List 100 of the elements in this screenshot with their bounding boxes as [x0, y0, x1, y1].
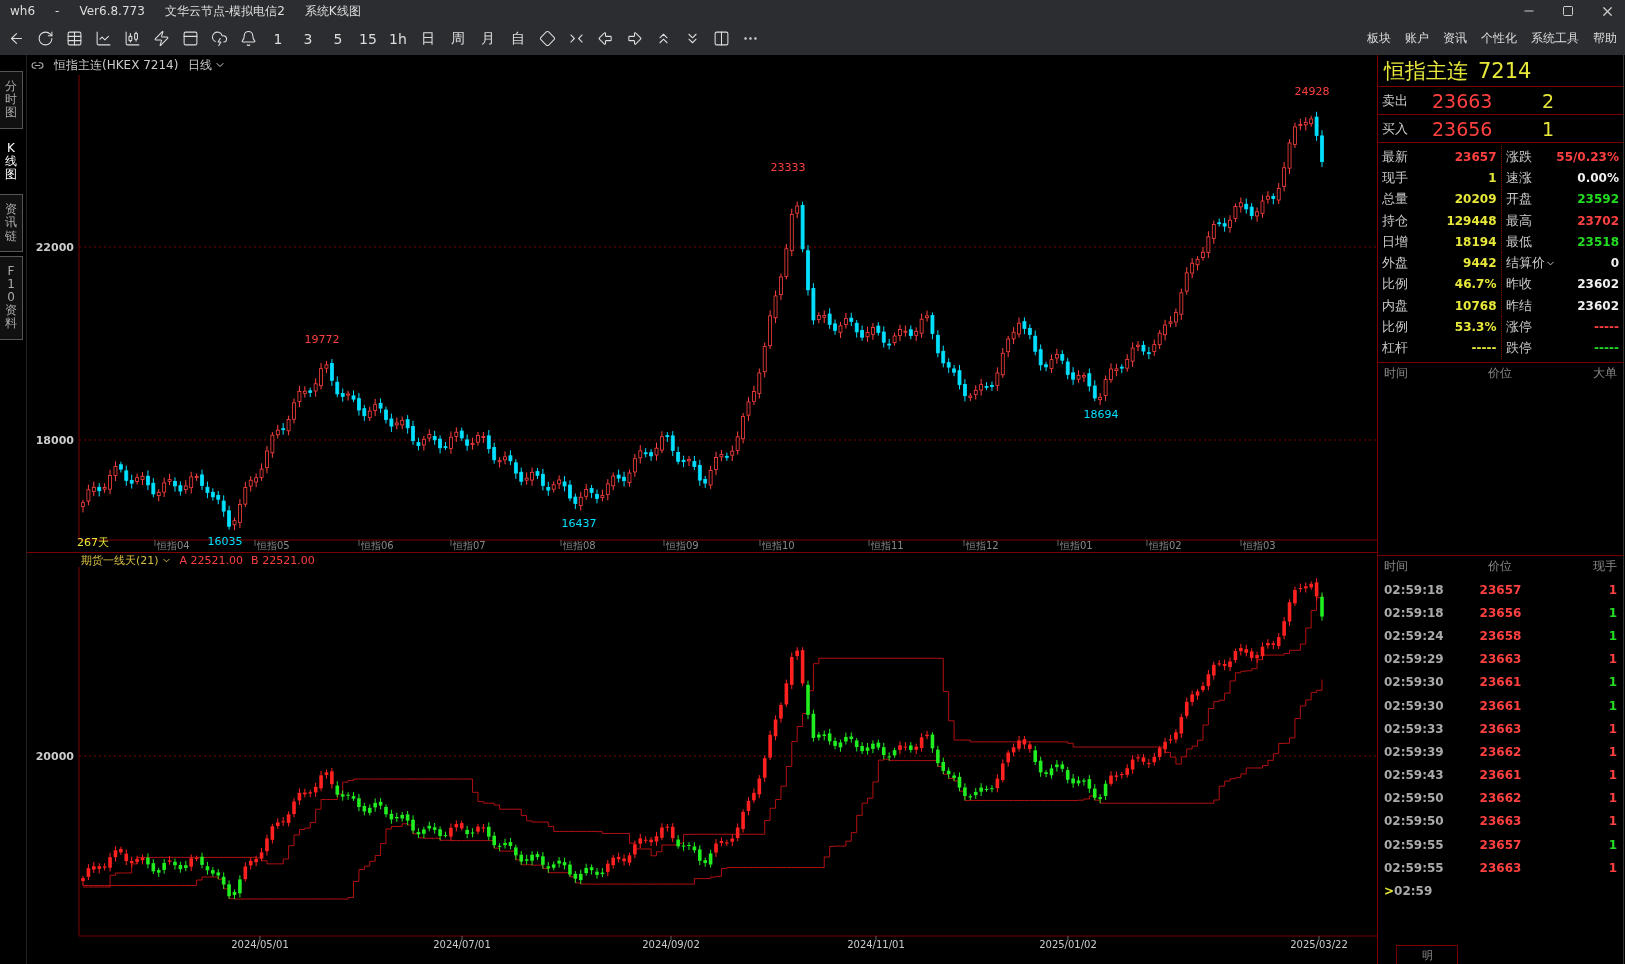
- stat-value: 23657: [1454, 149, 1497, 164]
- side-tab[interactable]: 资讯链: [0, 194, 23, 252]
- trade-time: 02:59: [1394, 884, 1433, 898]
- period-dropdown[interactable]: 日线: [188, 56, 227, 74]
- symbol-title: 恒指主连(HKEX 7214): [54, 56, 179, 74]
- month-label: 恒指10: [762, 540, 795, 551]
- stat-value: 10768: [1454, 298, 1497, 313]
- menu-item[interactable]: 板块: [1367, 30, 1391, 47]
- trade-price: 23657: [1478, 582, 1523, 597]
- column-header: 现手: [1592, 558, 1617, 576]
- table-icon[interactable]: [66, 30, 83, 47]
- trade-price: 23663: [1478, 814, 1523, 829]
- trade-time: 02:59:29: [1384, 652, 1445, 667]
- interval-button[interactable]: 3: [299, 30, 317, 47]
- trade-time: 02:59:43: [1384, 768, 1445, 783]
- trade-price: 23662: [1478, 744, 1523, 759]
- trade-time: 02:59:30: [1384, 698, 1445, 713]
- interval-button[interactable]: 日: [419, 29, 437, 48]
- back-icon[interactable]: [8, 30, 25, 47]
- trade-time: 02:59:18: [1384, 582, 1445, 597]
- column-header: 时间: [1384, 558, 1409, 576]
- menu-item[interactable]: 资讯: [1443, 30, 1467, 47]
- book-volume: 2: [1542, 89, 1556, 112]
- stat-value: 46.7%: [1454, 277, 1497, 292]
- bell-icon[interactable]: [240, 30, 257, 47]
- trade-price: 23663: [1478, 860, 1523, 875]
- price-label: 16437: [561, 517, 597, 530]
- month-label: 恒指05: [257, 540, 290, 551]
- candlestick-icon[interactable]: [124, 30, 141, 47]
- stat-value: 53.3%: [1454, 320, 1497, 334]
- menu-item[interactable]: 帮助: [1593, 30, 1617, 47]
- month-label: 恒指02: [1149, 540, 1182, 551]
- month-label: 恒指07: [453, 540, 486, 551]
- stat-label: 结算价: [1505, 254, 1545, 273]
- interval-button[interactable]: 1: [269, 30, 287, 47]
- server-name: 文华云节点-模拟电信2: [164, 2, 285, 20]
- column-header: 价位: [1487, 365, 1514, 383]
- trade-price: 23656: [1478, 605, 1523, 620]
- detail-tab[interactable]: 明: [1396, 945, 1458, 964]
- stat-label: 开盘: [1505, 190, 1532, 209]
- stat-label: 最低: [1505, 232, 1532, 251]
- interval-button[interactable]: 月: [479, 29, 497, 48]
- indicator-value: A 22521.00: [179, 553, 244, 567]
- stat-value: 0: [1610, 256, 1619, 271]
- price-label: 16035: [207, 535, 243, 548]
- month-label: 恒指08: [563, 540, 596, 551]
- stat-value: -----: [1594, 320, 1619, 334]
- arrow-left-icon[interactable]: [597, 30, 614, 47]
- row-marker: >: [1384, 884, 1395, 898]
- stat-label: 速涨: [1505, 168, 1532, 187]
- trade-price: 23661: [1478, 675, 1523, 690]
- menu-item[interactable]: 系统工具: [1531, 30, 1579, 47]
- diamond-icon[interactable]: [539, 30, 556, 47]
- trade-time: 02:59:55: [1384, 860, 1445, 875]
- date-label: 2025/03/22: [1290, 939, 1348, 950]
- indicator-dropdown[interactable]: 期货一线天(21): [81, 552, 172, 568]
- stat-value: 0.00%: [1577, 170, 1619, 185]
- book-volume: 1: [1542, 117, 1556, 140]
- trade-volume: 1: [1607, 837, 1617, 852]
- columns-icon[interactable]: [713, 30, 730, 47]
- trade-volume: 1: [1607, 860, 1617, 875]
- interval-button[interactable]: 1h: [389, 30, 407, 47]
- arrow-right-icon[interactable]: [626, 30, 643, 47]
- book-label: 卖出: [1382, 91, 1409, 110]
- interval-button[interactable]: 5: [329, 30, 347, 47]
- month-label: 恒指11: [871, 540, 904, 551]
- trade-time: 02:59:18: [1384, 605, 1445, 620]
- trade-volume: 1: [1607, 675, 1617, 690]
- stat-label: 涨停: [1505, 318, 1532, 336]
- interval-button[interactable]: 15: [359, 30, 377, 47]
- line-chart-icon[interactable]: [95, 30, 112, 47]
- book-price: 23656: [1432, 117, 1494, 140]
- menu-item[interactable]: 账户: [1405, 30, 1429, 47]
- interval-button[interactable]: 周: [449, 29, 467, 48]
- column-header: 时间: [1384, 365, 1409, 383]
- indicator-value: B 22521.00: [251, 553, 315, 567]
- cloud-lightning-icon[interactable]: [211, 30, 228, 47]
- lightning-icon[interactable]: [153, 30, 170, 47]
- menu-item[interactable]: 个性化: [1481, 30, 1517, 47]
- stat-label: 内盘: [1382, 296, 1408, 315]
- app-name: wh6: [10, 4, 36, 18]
- axis-label: 20000: [35, 750, 74, 763]
- panel-icon[interactable]: [182, 30, 199, 47]
- trade-price: 23657: [1478, 837, 1523, 852]
- month-label: 恒指01: [1060, 540, 1093, 551]
- side-tab[interactable]: 分时图: [0, 71, 23, 129]
- bar-count-label: 267天: [77, 536, 109, 549]
- interval-button[interactable]: 自: [509, 29, 527, 48]
- side-tab[interactable]: F10资料: [0, 255, 23, 340]
- stat-value: 55/0.23%: [1556, 149, 1619, 164]
- column-header: 价位: [1487, 558, 1514, 576]
- trade-volume: 1: [1607, 721, 1617, 736]
- stat-value: 20209: [1454, 192, 1497, 207]
- refresh-icon[interactable]: [37, 30, 54, 47]
- date-label: 2024/09/02: [642, 939, 700, 950]
- trade-time: 02:59:33: [1384, 721, 1445, 736]
- stat-value: 1: [1488, 170, 1497, 185]
- trade-volume: 1: [1607, 652, 1617, 667]
- trade-price: 23661: [1478, 768, 1523, 783]
- maximize-icon[interactable]: [1562, 5, 1574, 17]
